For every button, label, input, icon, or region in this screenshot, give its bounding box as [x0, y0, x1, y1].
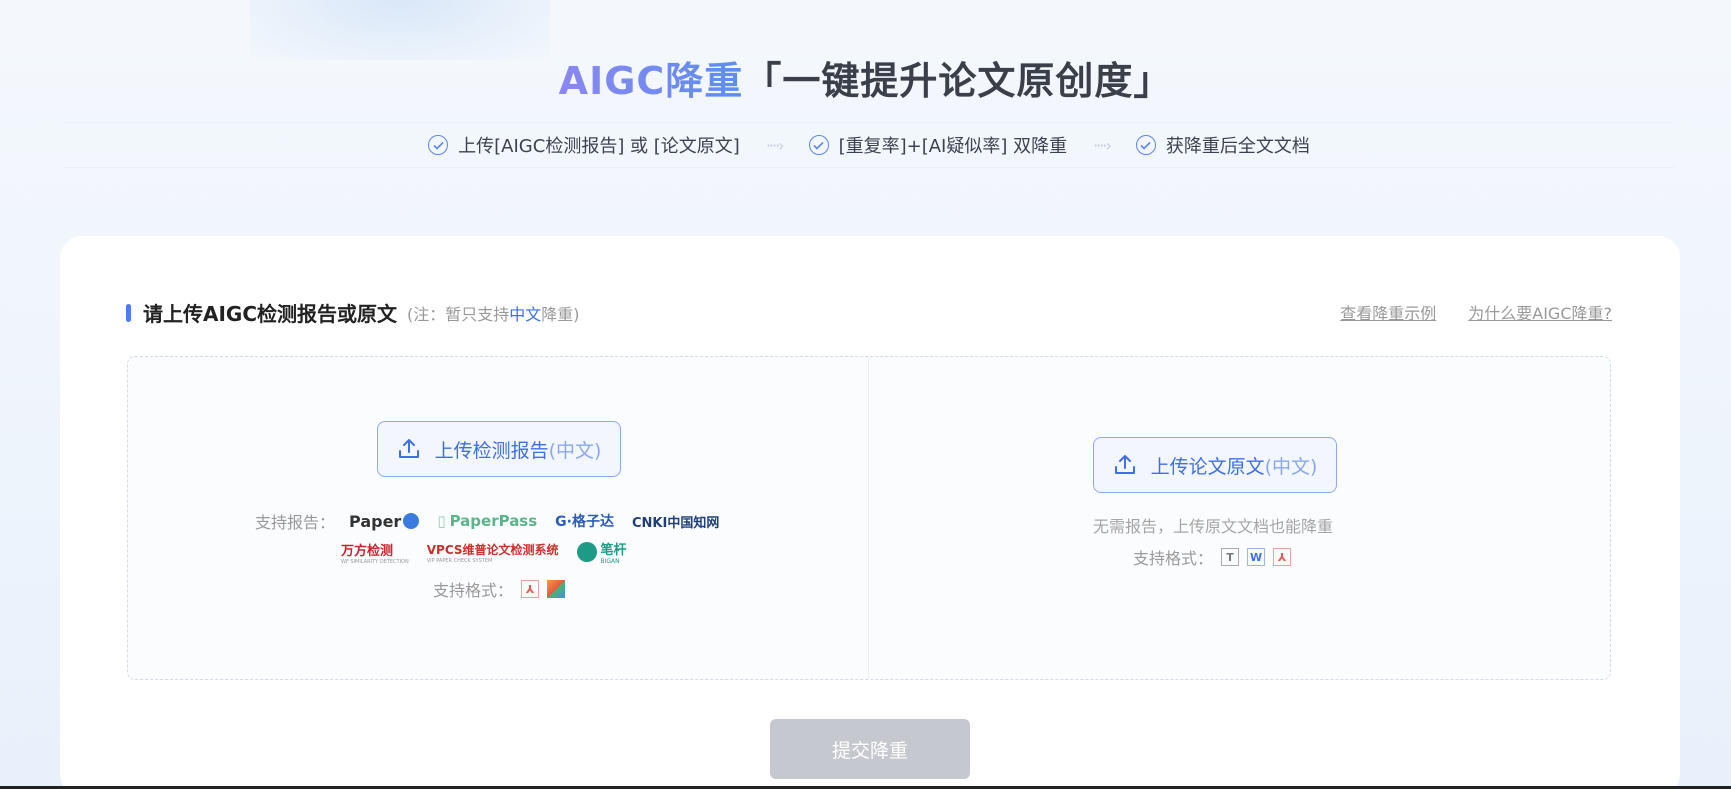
step-3-label: 获降重后全文文档: [1165, 136, 1310, 157]
upload-card: 请上传AIGC检测报告或原文 (注：暂只支持中文降重) 查看降重示例 为什么要A…: [60, 236, 1680, 789]
upload-icon: [1113, 453, 1137, 477]
upload-paper-column: 上传论文原文 (中文) 无需报告，上传原文文档也能降重 支持格式： T W ⅄: [869, 357, 1610, 679]
arrow-dots-icon: ····›: [1093, 135, 1112, 155]
paperyy-logo-text: Paper: [349, 511, 402, 531]
check-circle-icon: [1135, 135, 1156, 155]
title-accent: AIGC降重: [558, 59, 744, 103]
bigan-logo: 笔杆 BIGAN: [576, 539, 627, 565]
section-bar-marker: [126, 303, 131, 322]
title-rest: 「一键提升论文原创度」: [743, 59, 1173, 103]
gezida-logo: G·格子达: [555, 514, 614, 530]
section-header: 请上传AIGC检测报告或原文 (注：暂只支持中文降重): [126, 298, 580, 327]
left-formats-row: 支持格式： ⅄: [433, 577, 566, 601]
top-links: 查看降重示例 为什么要AIGC降重?: [1340, 300, 1612, 324]
upload-paper-sub: (中文): [1264, 455, 1318, 478]
image-file-icon: [547, 580, 566, 598]
pdf-file-icon: ⅄: [1273, 548, 1292, 566]
support-label: 支持报告：: [255, 513, 336, 532]
upload-report-column: 上传检测报告 (中文) 支持报告： Paper ▯ PaperPass G·格子达 …: [128, 357, 869, 679]
page-title: AIGC降重「一键提升论文原创度」: [0, 50, 1731, 105]
pdf-file-icon: ⅄: [521, 580, 540, 598]
vpcs-logo: VPCS维普论文检测系统 VIP PAPER CHECK SYSTEM: [427, 541, 559, 564]
wanfang-logo: 万方检测 WF SIMILARITY DETECTION: [341, 540, 409, 565]
right-formats-label: 支持格式：: [1133, 549, 1214, 568]
upload-report-sub: (中文): [548, 439, 602, 462]
step-2-label: [重复率]+[AI疑似率] 双降重: [838, 136, 1068, 157]
paperpass-logo: ▯ PaperPass: [437, 512, 538, 530]
cnki-logo: CNKI中国知网: [631, 515, 720, 531]
view-example-link[interactable]: 查看降重示例: [1340, 300, 1436, 324]
wanfang-logo-sub: WF SIMILARITY DETECTION: [341, 558, 409, 565]
note-highlight: 中文: [509, 304, 542, 324]
no-report-hint: 无需报告，上传原文文档也能降重: [1093, 517, 1334, 536]
arrow-dots-icon: ····›: [765, 135, 785, 155]
check-circle-icon: [808, 135, 829, 155]
upload-dropzone[interactable]: 上传检测报告 (中文) 支持报告： Paper ▯ PaperPass G·格子达 …: [127, 356, 1611, 680]
note-prefix: (注：暂只支持: [407, 304, 510, 324]
wanfang-logo-text: 万方检测: [341, 543, 394, 559]
word-file-icon: W: [1247, 548, 1266, 566]
step-1: 上传[AIGC检测报告] 或 [论文原文]: [428, 132, 740, 158]
support-reports-row-1: 支持报告： Paper ▯ PaperPass G·格子达 CNKI中国知网: [255, 509, 737, 533]
submit-button[interactable]: 提交降重: [770, 719, 970, 779]
bigan-logo-sub: BIGAN: [600, 558, 620, 565]
support-reports-row-2: 万方检测 WF SIMILARITY DETECTION VPCS维普论文检测系…: [341, 539, 645, 565]
note-suffix: 降重): [541, 304, 580, 324]
left-formats-label: 支持格式：: [433, 581, 514, 600]
txt-file-icon: T: [1221, 548, 1240, 566]
step-1-label: 上传[AIGC检测报告] 或 [论文原文]: [458, 136, 740, 157]
upload-icon: [397, 437, 421, 461]
upload-report-button[interactable]: 上传检测报告 (中文): [377, 421, 621, 477]
steps-bar: 上传[AIGC检测报告] 或 [论文原文] ····› [重复率]+[AI疑似率…: [64, 122, 1674, 168]
why-aigc-link[interactable]: 为什么要AIGC降重?: [1468, 300, 1612, 324]
check-circle-icon: [428, 135, 449, 155]
upload-paper-button[interactable]: 上传论文原文 (中文): [1093, 437, 1337, 493]
paperyy-logo: Paper: [349, 511, 420, 531]
upload-report-label: 上传检测报告: [434, 439, 549, 462]
step-3: 获降重后全文文档: [1135, 132, 1310, 158]
section-title: 请上传AIGC检测报告或原文: [143, 302, 398, 326]
vpcs-logo-text: VPCS维普论文检测系统: [426, 542, 559, 557]
vpcs-logo-sub: VIP PAPER CHECK SYSTEM: [426, 557, 493, 564]
paperpass-logo-text: PaperPass: [449, 512, 538, 530]
bigan-logo-text: 笔杆: [600, 543, 627, 558]
section-note: (注：暂只支持中文降重): [407, 301, 580, 325]
right-formats-row: 支持格式： T W ⅄: [1133, 545, 1292, 569]
step-2: [重复率]+[AI疑似率] 双降重: [808, 132, 1068, 158]
upload-paper-label: 上传论文原文: [1150, 455, 1265, 478]
